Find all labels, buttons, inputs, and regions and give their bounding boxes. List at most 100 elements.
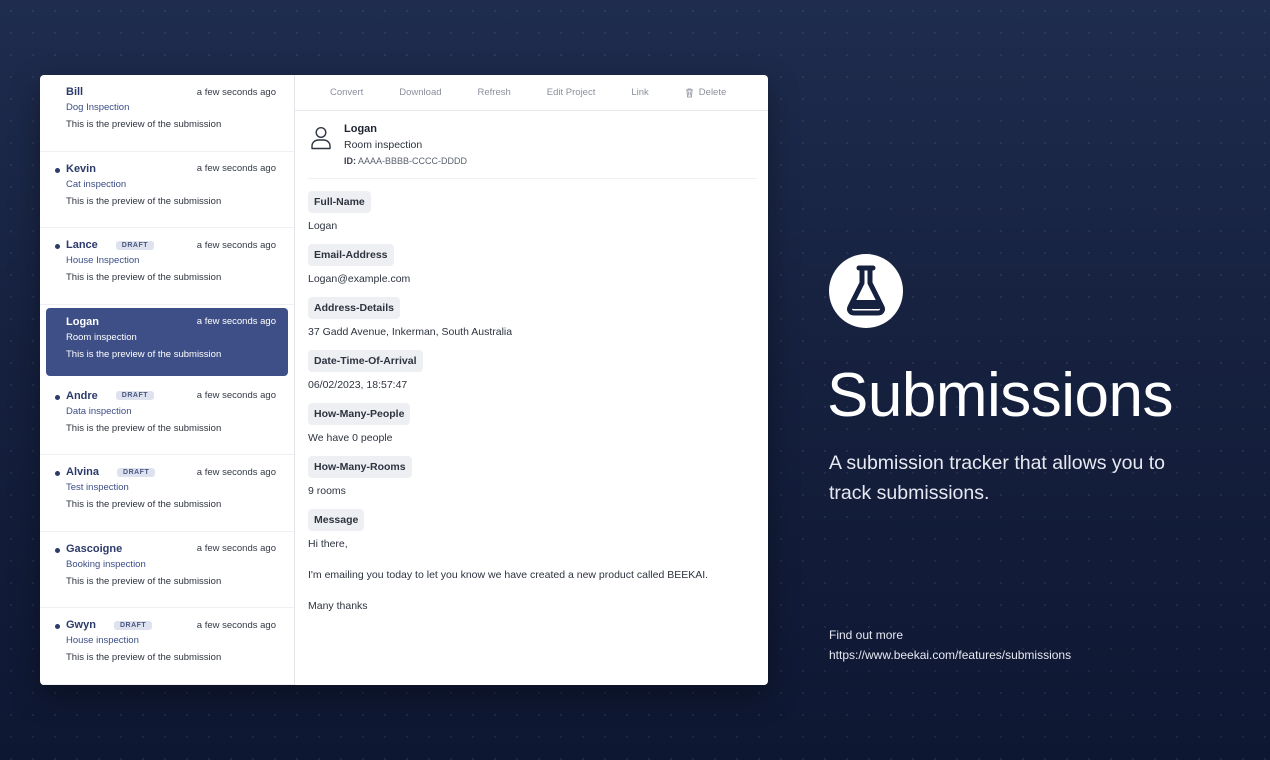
submission-type: Room inspection	[344, 139, 423, 151]
draft-badge: DRAFT	[115, 240, 155, 250]
submission-id: ID: AAAA-BBBB-CCCC-DDDD	[344, 156, 467, 166]
submission-type: Cat inspection	[66, 178, 127, 190]
submission-preview: This is the preview of the submission	[66, 119, 222, 130]
logo	[829, 254, 903, 328]
submission-detail-pane: Convert Download Refresh Edit Project Li…	[295, 75, 768, 685]
submission-preview: This is the preview of the submission	[66, 348, 222, 360]
download-button[interactable]: Download	[399, 87, 441, 98]
field-date-time-of-arrival: Date-Time-Of-Arrival 06/02/2023, 18:57:47	[308, 350, 755, 391]
page-subtitle: A submission tracker that allows you to …	[829, 452, 1165, 504]
submission-item[interactable]: Kevin a few seconds ago Cat inspection This…	[40, 152, 294, 228]
submission-item[interactable]: Lance DRAFT a few seconds ago House Inspect…	[40, 228, 294, 305]
submission-preview: This is the preview of the submission	[66, 575, 222, 587]
submission-preview: This is the preview of the submission	[66, 195, 222, 207]
message-body: Hi there, I'm emailing you today to let y…	[308, 538, 755, 612]
field-full-name: Full-Name Logan	[308, 191, 755, 232]
field-how-many-people: How-Many-People We have 0 people	[308, 403, 755, 444]
unread-dot	[55, 471, 60, 476]
field-message: Message Hi there, I'm emailing you today …	[308, 509, 755, 612]
submitter-name: Andre	[66, 389, 98, 402]
field-value: 9 rooms	[308, 485, 346, 497]
field-label: Date-Time-Of-Arrival	[308, 350, 423, 372]
field-email-address: Email-Address Logan@example.com	[308, 244, 755, 285]
field-value: We have 0 people	[308, 432, 393, 444]
submission-time: a few seconds ago	[196, 316, 276, 327]
submission-type: Room inspection	[66, 331, 137, 343]
app-window: Bill a few seconds ago Dog Inspection This …	[40, 75, 768, 685]
submission-item[interactable]: Gwyn DRAFT a few seconds ago House inspecti…	[40, 608, 294, 685]
find-out-more-label: Find out more	[829, 628, 904, 642]
submission-list[interactable]: Bill a few seconds ago Dog Inspection This …	[40, 75, 295, 685]
field-label: Message	[308, 509, 365, 531]
submission-time: a few seconds ago	[196, 239, 276, 251]
feature-link[interactable]: https://www.beekai.com/features/submissi…	[829, 645, 1071, 665]
submission-time: a few seconds ago	[196, 163, 276, 174]
submission-type: Dog Inspection	[66, 102, 130, 113]
field-label: How-Many-Rooms	[308, 456, 412, 478]
page-title: Submissions	[827, 361, 1173, 430]
submission-detail: Logan Room inspection ID: AAAA-BBBB-CCCC…	[295, 111, 768, 612]
message-line: Hi there,	[308, 538, 348, 550]
submission-time: a few seconds ago	[196, 390, 276, 401]
submission-preview: This is the preview of the submission	[66, 272, 222, 283]
submitter-name: Kevin	[66, 162, 96, 175]
convert-button[interactable]: Convert	[330, 87, 363, 98]
submission-item[interactable]: Gascoigne a few seconds ago Booking inspec…	[40, 532, 294, 608]
submission-time: a few seconds ago	[196, 466, 276, 478]
submission-item[interactable]: Alvina DRAFT a few seconds ago Test inspect…	[40, 455, 294, 532]
submission-type: Test inspection	[66, 482, 129, 493]
submission-item[interactable]: Bill a few seconds ago Dog Inspection This …	[40, 75, 294, 152]
unread-dot	[55, 624, 60, 629]
submitter-name: Bill	[66, 86, 84, 98]
find-out-more: Find out more https://www.beekai.com/fea…	[829, 625, 1071, 665]
submission-preview: This is the preview of the submission	[66, 422, 222, 434]
submitter-name: Alvina	[66, 466, 100, 478]
submission-time: a few seconds ago	[196, 86, 276, 98]
submission-type: House inspection	[66, 635, 139, 646]
field-label: Email-Address	[308, 244, 394, 266]
submission-type: Data inspection	[66, 405, 132, 417]
submission-preview: This is the preview of the submission	[66, 499, 222, 510]
submission-header: Logan Room inspection ID: AAAA-BBBB-CCCC…	[308, 123, 757, 179]
unread-dot	[55, 244, 60, 249]
field-label: Address-Details	[308, 297, 400, 319]
field-value: Logan@example.com	[308, 273, 411, 285]
unread-dot	[55, 394, 60, 400]
message-line: Many thanks	[308, 600, 368, 612]
flask-icon	[847, 265, 885, 316]
field-list: Full-Name Logan Email-Address Logan@example…	[308, 191, 755, 497]
delete-button[interactable]: Delete	[685, 87, 726, 98]
refresh-button[interactable]: Refresh	[478, 87, 511, 98]
field-value: 37 Gadd Avenue, Inkerman, South Australi…	[308, 326, 513, 338]
id-label: ID:	[344, 156, 356, 166]
unread-dot	[55, 167, 60, 173]
submitter-name: Logan	[344, 123, 377, 135]
message-line: I'm emailing you today to let you know w…	[308, 569, 709, 581]
field-address-details: Address-Details 37 Gadd Avenue, Inkerman,…	[308, 297, 755, 338]
submission-item[interactable]: Logan a few seconds ago Room inspection Thi…	[46, 307, 288, 376]
unread-dot	[55, 547, 60, 553]
submission-time: a few seconds ago	[196, 619, 276, 631]
user-icon	[311, 126, 331, 150]
trash-icon	[685, 88, 693, 97]
field-label: How-Many-People	[308, 403, 411, 425]
field-value: Logan	[308, 220, 338, 232]
draft-badge: DRAFT	[113, 620, 153, 630]
submitter-name: Gwyn	[66, 619, 96, 631]
submission-type: House Inspection	[66, 255, 140, 266]
link-button[interactable]: Link	[631, 87, 648, 98]
submitter-name: Gascoigne	[66, 542, 123, 555]
draft-badge: DRAFT	[115, 391, 154, 400]
submission-type: Booking inspection	[66, 558, 146, 570]
draft-badge: DRAFT	[117, 467, 156, 477]
delete-label: Delete	[698, 87, 727, 98]
submission-preview: This is the preview of the submission	[66, 652, 222, 663]
id-value: AAAA-BBBB-CCCC-DDDD	[358, 156, 468, 166]
submitter-name: Lance	[66, 239, 98, 251]
edit-project-button[interactable]: Edit Project	[547, 87, 596, 98]
field-label: Full-Name	[308, 191, 371, 213]
submission-time: a few seconds ago	[196, 543, 276, 554]
field-value: 06/02/2023, 18:57:47	[308, 379, 408, 391]
submission-item[interactable]: Andre DRAFT a few seconds ago Data inspecti…	[40, 379, 294, 455]
field-how-many-rooms: How-Many-Rooms 9 rooms	[308, 456, 755, 497]
